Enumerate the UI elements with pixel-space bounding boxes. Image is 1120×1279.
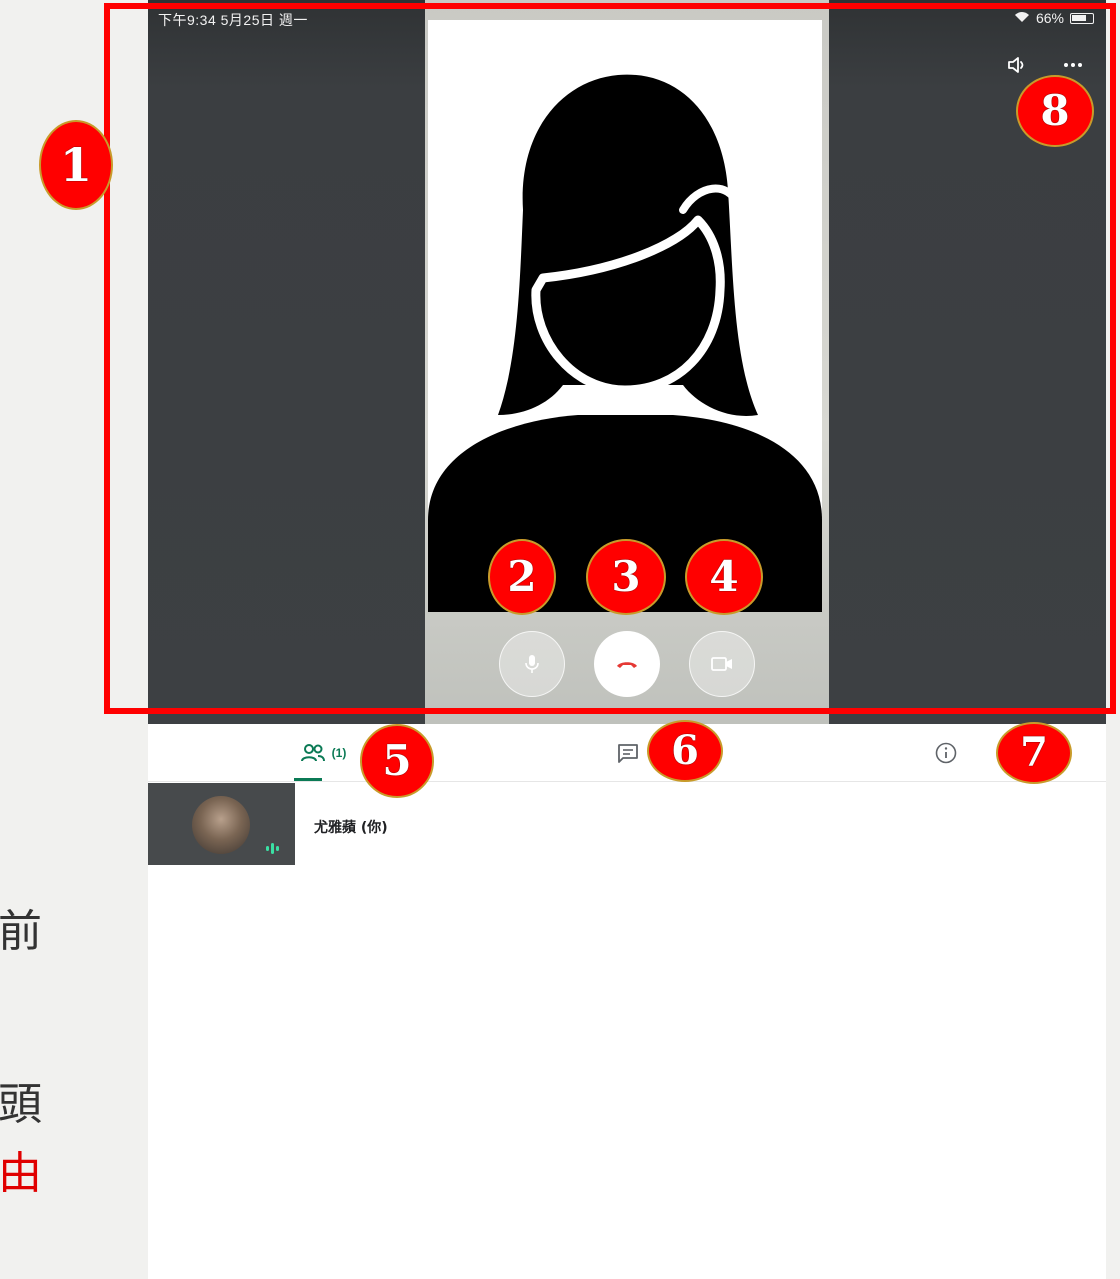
annotation-badge: 5 bbox=[360, 724, 434, 798]
annotation-badge: 1 bbox=[39, 120, 113, 210]
slide-text-fragment: 頭 bbox=[0, 1079, 42, 1130]
tab-chat[interactable] bbox=[608, 724, 648, 782]
tab-participants[interactable]: (1) bbox=[288, 724, 358, 782]
annotation-badge: 8 bbox=[1016, 75, 1094, 147]
annotation-badge: 3 bbox=[586, 539, 666, 615]
slide-text-fragment: 前 bbox=[0, 906, 42, 957]
people-icon bbox=[300, 744, 325, 762]
participant-thumbnail bbox=[148, 783, 295, 865]
participant-count: (1) bbox=[331, 746, 347, 760]
annotation-badge: 6 bbox=[647, 720, 723, 782]
participant-name: 尤雅蘋 (你) bbox=[314, 820, 388, 836]
info-icon bbox=[935, 742, 957, 764]
annotation-badge: 2 bbox=[488, 539, 556, 615]
slide-text-fragment: 由 bbox=[0, 1148, 42, 1199]
bottom-tab-bar: (1) bbox=[148, 724, 1106, 782]
chat-icon bbox=[618, 744, 638, 763]
annotation-badge: 7 bbox=[996, 722, 1072, 784]
avatar bbox=[192, 796, 250, 854]
speaking-indicator-icon bbox=[266, 843, 279, 854]
participant-list-item[interactable]: 尤雅蘋 (你) bbox=[148, 783, 1106, 865]
annotation-badge: 4 bbox=[685, 539, 763, 615]
tab-info[interactable] bbox=[926, 724, 966, 782]
tab-active-indicator bbox=[294, 778, 322, 781]
